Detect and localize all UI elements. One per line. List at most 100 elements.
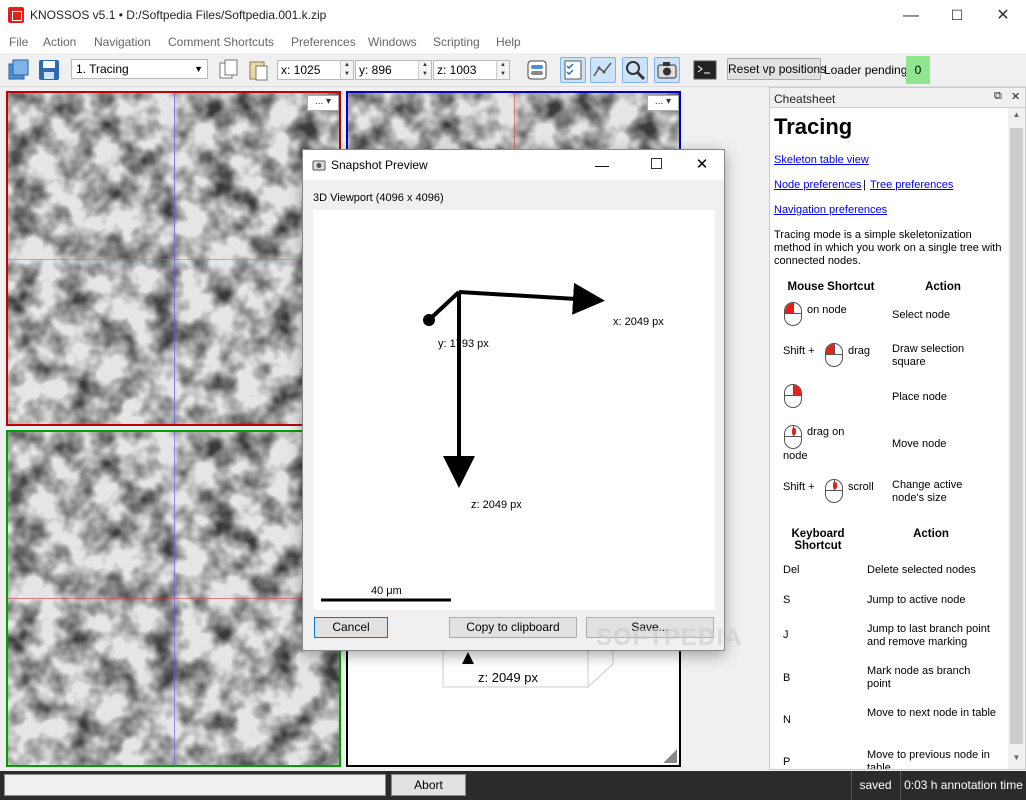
- z-coordinate-input[interactable]: z: 1003 ▲ ▼: [433, 60, 510, 80]
- mouse-row-action: Move node: [892, 438, 947, 450]
- shortcut-action: Move to next node in table: [867, 707, 997, 719]
- dialog-subtitle: 3D Viewport (4096 x 4096): [313, 192, 444, 204]
- dialog-title-bar: Snapshot Preview — ✕: [303, 150, 724, 180]
- y-coordinate-input[interactable]: y: 896 ▲ ▼: [355, 60, 432, 80]
- crosshair-horizontal: [8, 598, 339, 599]
- y-axis-label: y: 1793 px: [438, 338, 489, 350]
- camera-icon: [312, 158, 326, 172]
- shortcut-action: Jump to active node: [867, 594, 966, 606]
- save-status: saved: [851, 771, 899, 800]
- mouse-row-text: drag: [848, 345, 871, 357]
- copy-coords-icon[interactable]: [216, 57, 242, 83]
- cheatsheet-scrollbar[interactable]: ▲ ▼: [1008, 108, 1025, 769]
- scroll-up-icon[interactable]: ▲: [1008, 110, 1025, 124]
- shortcut-key: J: [783, 629, 789, 641]
- y-spin-arrows[interactable]: ▲ ▼: [418, 61, 431, 79]
- menu-windows[interactable]: Windows: [368, 35, 417, 49]
- open-icon[interactable]: [6, 57, 32, 83]
- shortcut-key: B: [783, 672, 791, 684]
- x-spin-arrows[interactable]: ▲ ▼: [340, 61, 353, 79]
- save-icon[interactable]: [36, 57, 62, 83]
- link-separator: |: [863, 179, 866, 191]
- shortcut-action: Move to previous node in table: [867, 749, 990, 769]
- mouse-left-click-icon: [784, 302, 802, 326]
- maximize-button[interactable]: ☐: [934, 0, 980, 31]
- viewport-zy-menu-button[interactable]: ... ▾: [647, 95, 679, 111]
- menu-scripting[interactable]: Scripting: [433, 35, 480, 49]
- reset-vp-positions-button[interactable]: Reset vp positions: [727, 58, 826, 80]
- scrollbar-thumb[interactable]: [1010, 128, 1023, 744]
- resize-grip[interactable]: [663, 749, 677, 763]
- dialog-maximize-icon[interactable]: [646, 157, 666, 171]
- scroll-down-icon[interactable]: ▼: [1008, 753, 1025, 767]
- mouse-row-text: on node: [807, 304, 847, 316]
- z-spin-arrows[interactable]: ▲ ▼: [496, 61, 509, 79]
- x-coordinate-input[interactable]: x: 1025 ▲ ▼: [277, 60, 354, 80]
- menu-preferences[interactable]: Preferences: [291, 35, 356, 49]
- dock-float-icon[interactable]: ⧉: [994, 90, 1002, 103]
- dialog-title: Snapshot Preview: [331, 158, 428, 172]
- mouse-shortcut-header: Mouse Shortcut: [787, 281, 875, 293]
- snapshot-camera-icon[interactable]: [654, 57, 680, 83]
- mouse-right-click-icon: [784, 384, 802, 408]
- menu-file[interactable]: File: [9, 35, 28, 49]
- mouse-row-text: scroll: [848, 481, 874, 493]
- dialog-close-icon[interactable]: ✕: [692, 155, 712, 173]
- copy-to-clipboard-button[interactable]: Copy to clipboard: [449, 617, 577, 638]
- dock-title: Cheatsheet: [774, 92, 836, 106]
- cheatsheet-heading: Tracing: [774, 114, 853, 139]
- axes-drawing: [321, 282, 605, 602]
- resize-grip[interactable]: [323, 749, 337, 763]
- shortcut-key: Del: [783, 564, 800, 576]
- z-coordinate-value: z: 1003: [437, 63, 477, 77]
- cancel-button[interactable]: Cancel: [314, 617, 388, 638]
- zoom-search-icon[interactable]: [622, 57, 648, 83]
- shortcut-action: Mark node as branch point: [867, 665, 971, 690]
- loader-pending-count: 0: [906, 56, 930, 84]
- shortcut-key: N: [783, 714, 791, 726]
- mouse-row-modifier: Shift +: [783, 345, 815, 357]
- tracing-graph-icon[interactable]: [590, 57, 616, 83]
- mouse-middle-click-icon: [825, 479, 843, 503]
- viewport-xy-menu-button[interactable]: ... ▾: [307, 95, 339, 111]
- paste-coords-icon[interactable]: [246, 57, 272, 83]
- abort-button[interactable]: Abort: [391, 774, 466, 796]
- menu-action[interactable]: Action: [43, 35, 76, 49]
- menu-navigation[interactable]: Navigation: [94, 35, 151, 49]
- node-preferences-link[interactable]: Node preferences: [774, 179, 861, 191]
- mouse-row-action: Place node: [892, 391, 948, 403]
- skeleton-table-link[interactable]: Skeleton table view: [774, 154, 869, 166]
- shortcut-action: Jump to last branch point and remove mar…: [867, 623, 990, 648]
- tree-preferences-link[interactable]: Tree preferences: [870, 179, 953, 191]
- mouse-row-action: Draw selection square: [892, 343, 965, 368]
- menu-help[interactable]: Help: [496, 35, 521, 49]
- loader-pending-label: Loader pending:: [824, 63, 911, 77]
- x-axis-label: x: 2049 px: [613, 316, 664, 328]
- navigation-preferences-link[interactable]: Navigation preferences: [774, 204, 887, 216]
- shortcut-action: Delete selected nodes: [867, 564, 976, 576]
- dock-close-icon[interactable]: ✕: [1011, 90, 1020, 103]
- mouse-row-text-2: node: [783, 450, 808, 462]
- snapshot-preview-dialog: Snapshot Preview — ✕ 3D Viewport (4096 x…: [302, 149, 725, 651]
- terminal-icon[interactable]: [692, 57, 718, 83]
- cheatsheet-dock: Cheatsheet ⧉ ✕ Tracing Skeleton table vi…: [769, 87, 1026, 770]
- scale-bar-label: 40 μm: [371, 585, 402, 597]
- mouse-row-text: drag on: [807, 426, 845, 438]
- task-checklist-icon[interactable]: [560, 57, 586, 83]
- keyboard-shortcut-header: Keyboard Shortcut: [791, 528, 845, 552]
- crosshair-horizontal: [8, 259, 339, 260]
- toggle-settings-icon[interactable]: [524, 57, 550, 83]
- title-bar: KNOSSOS v5.1 • D:/Softpedia Files/Softpe…: [0, 0, 1026, 31]
- 3d-z-label: z: 2049 px: [478, 670, 538, 685]
- minimize-button[interactable]: —: [888, 0, 934, 31]
- dialog-minimize-icon[interactable]: —: [592, 157, 612, 173]
- mouse-row-action: Select node: [892, 309, 951, 321]
- menu-bar: File Action Navigation Comment Shortcuts…: [0, 31, 1026, 53]
- mode-select[interactable]: 1. Tracing ▼: [71, 59, 208, 79]
- knossos-app-icon: [8, 7, 24, 23]
- viewport-xy[interactable]: ... ▾: [6, 91, 341, 426]
- close-button[interactable]: ✕: [980, 0, 1026, 31]
- z-axis-label: z: 2049 px: [471, 499, 522, 511]
- viewport-xz[interactable]: [6, 430, 341, 767]
- menu-comment-shortcuts[interactable]: Comment Shortcuts: [168, 35, 274, 49]
